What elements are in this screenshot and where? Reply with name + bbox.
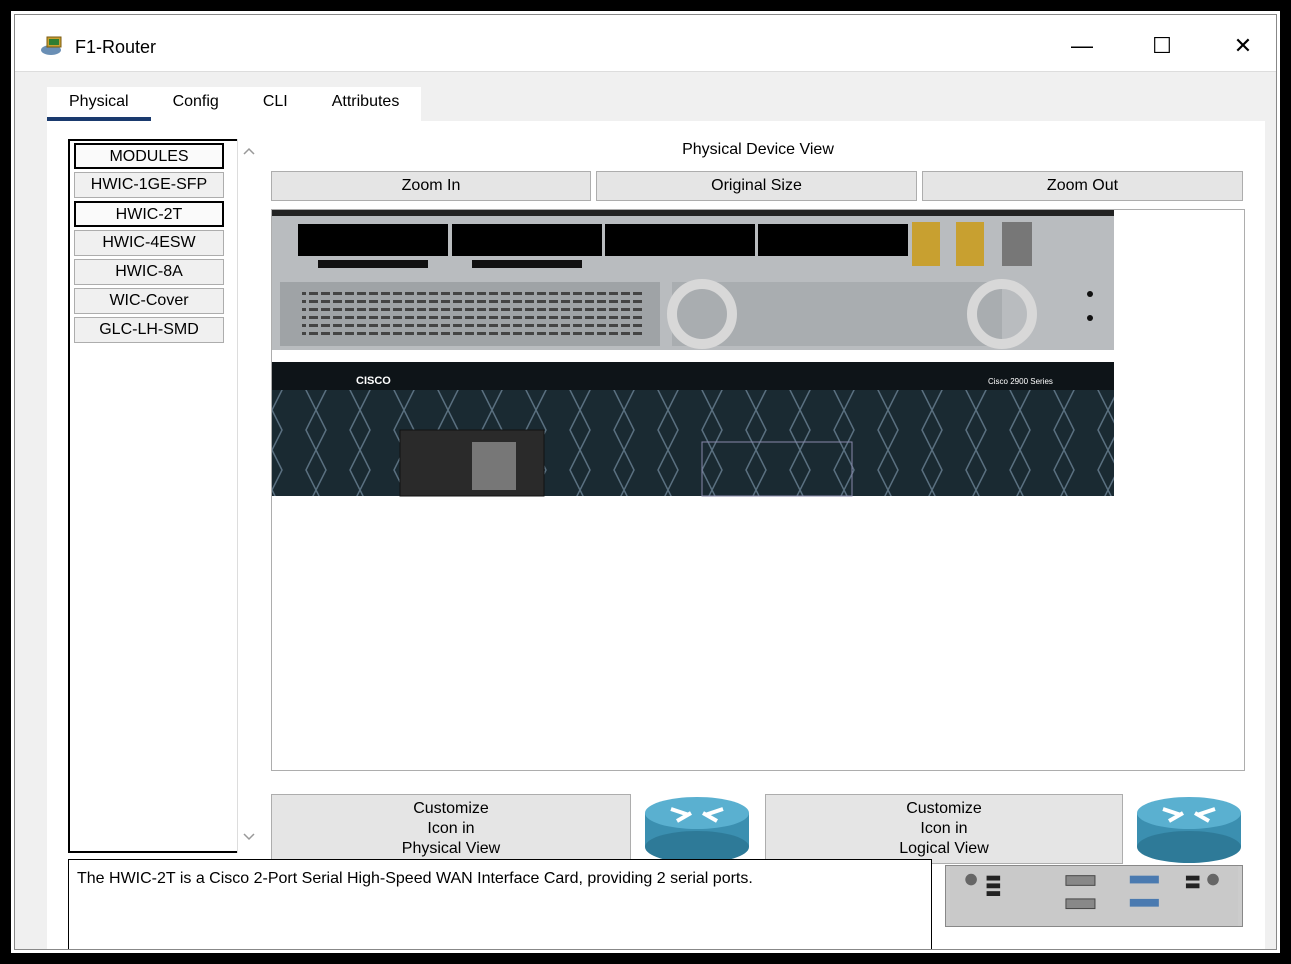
original-size-button[interactable]: Original Size [596, 171, 917, 201]
module-hwic-2t[interactable]: HWIC-2T [74, 201, 224, 227]
router-icon-physical [645, 797, 749, 863]
tab-bar: Physical Config CLI Attributes [47, 87, 422, 121]
customize-logical-line2: Icon in [920, 820, 968, 837]
tab-cli[interactable]: CLI [240, 87, 310, 121]
customize-logical-line3: Logical View [899, 840, 989, 857]
customize-physical-line3: Physical View [401, 840, 501, 857]
scroll-down-icon[interactable] [243, 833, 255, 841]
minimize-button[interactable]: — [1062, 29, 1102, 63]
router-dialog: F1-Router — ☐ ✕ Physical Config CLI Attr… [14, 14, 1277, 950]
router-icon-logical [1137, 797, 1241, 863]
customize-logical-line1: Customize [906, 800, 982, 817]
module-wic-cover[interactable]: WIC-Cover [74, 288, 224, 314]
module-thumbnail [945, 865, 1243, 927]
customize-physical-icon-button[interactable]: Customize Icon in Physical View [271, 794, 631, 864]
customize-physical-line2: Icon in [427, 820, 475, 837]
modules-list[interactable]: MODULES HWIC-1GE-SFP HWIC-2T HWIC-4ESW H… [68, 139, 258, 853]
modules-scrollbar[interactable] [237, 139, 260, 853]
module-glc-lh-smd[interactable]: GLC-LH-SMD [74, 317, 224, 343]
maximize-button[interactable]: ☐ [1142, 29, 1182, 63]
title-bar: F1-Router — ☐ ✕ [15, 15, 1276, 72]
physical-panel: MODULES HWIC-1GE-SFP HWIC-2T HWIC-4ESW H… [47, 121, 1265, 949]
zoom-out-button[interactable]: Zoom Out [922, 171, 1243, 201]
customize-logical-icon-button[interactable]: Customize Icon in Logical View [765, 794, 1123, 864]
customize-physical-line1: Customize [413, 800, 489, 817]
router-illustration: CISCO Cisco 2900 Series [272, 210, 1114, 497]
module-hwic-1ge-sfp[interactable]: HWIC-1GE-SFP [74, 172, 224, 198]
module-hwic-4esw[interactable]: HWIC-4ESW [74, 230, 224, 256]
tab-physical[interactable]: Physical [47, 87, 151, 121]
tab-attributes[interactable]: Attributes [309, 87, 422, 121]
router-app-icon [41, 36, 62, 55]
module-hwic-8a[interactable]: HWIC-8A [74, 259, 224, 285]
zoom-in-button[interactable]: Zoom In [271, 171, 591, 201]
window-title: F1-Router [75, 37, 157, 57]
device-viewer[interactable]: CISCO Cisco 2900 Series [271, 209, 1245, 771]
series-label: Cisco 2900 Series [988, 377, 1053, 386]
physical-device-view-title: Physical Device View [682, 141, 834, 158]
module-description: The HWIC-2T is a Cisco 2-Port Serial Hig… [68, 859, 932, 949]
tab-config[interactable]: Config [150, 87, 241, 121]
close-button[interactable]: ✕ [1223, 29, 1263, 63]
cisco-logo-text: CISCO [356, 375, 391, 387]
modules-header: MODULES [74, 143, 224, 169]
scroll-up-icon[interactable] [243, 147, 255, 155]
